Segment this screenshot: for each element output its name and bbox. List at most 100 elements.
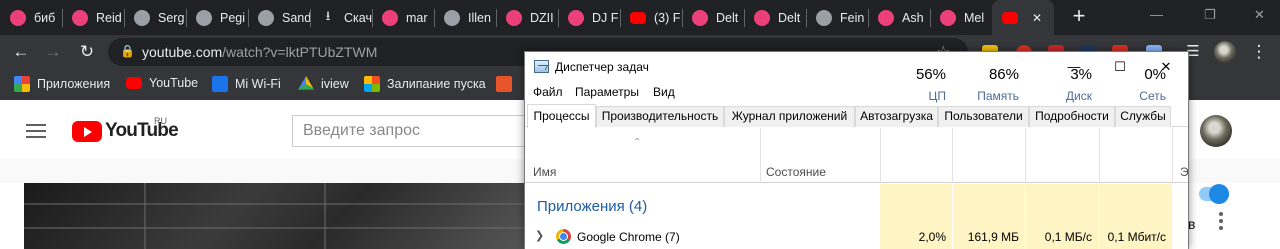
wifi-icon <box>212 76 228 92</box>
close-window-icon[interactable]: ✕ <box>1254 7 1265 23</box>
task-manager-window: Диспетчер задач — ☐ ✕ Файл Параметры Вид… <box>524 51 1189 249</box>
tab-separator <box>620 9 621 27</box>
bookmark-partial[interactable] <box>496 76 519 92</box>
browser-tab[interactable]: ⭳ Скач <box>310 0 372 35</box>
download-icon: ⭳ <box>325 7 331 23</box>
sort-up-icon: ⌃ <box>633 137 642 148</box>
browser-tab[interactable]: Pegi <box>186 0 248 35</box>
menu-file[interactable]: Файл <box>533 85 563 99</box>
pink-circle-icon <box>382 9 398 26</box>
tab-title: Fein <box>840 10 865 25</box>
browser-tab[interactable]: mar <box>372 0 434 35</box>
tab-startup[interactable]: Автозагрузка <box>855 106 938 127</box>
bookmark-start-freeze[interactable]: Залипание пуска <box>364 76 486 92</box>
browser-tab[interactable]: Ash <box>868 0 930 35</box>
restore-icon[interactable]: ❐ <box>1204 7 1216 23</box>
bookmark-apps[interactable]: Приложения <box>14 76 110 92</box>
tab-title: Serg <box>158 10 185 25</box>
browser-tab[interactable]: Delt <box>744 0 806 35</box>
sidebar-partial-text: в <box>1188 216 1196 232</box>
tab-title: Скач <box>344 10 372 25</box>
forward-arrow-icon[interactable]: → <box>40 39 66 65</box>
menu-view[interactable]: Вид <box>653 85 675 99</box>
tab-title: Ash <box>902 10 924 25</box>
tab-separator <box>496 9 497 27</box>
minimize-icon[interactable]: — <box>1150 7 1163 22</box>
pink-circle-icon <box>506 9 522 26</box>
profile-avatar[interactable] <box>1214 41 1236 63</box>
bookmark-mi-wifi[interactable]: Mi Wi-Fi <box>212 76 281 92</box>
menu-kebab-icon[interactable]: ⋮ <box>1246 39 1272 65</box>
tab-separator <box>744 9 745 27</box>
tab-title: биб <box>34 10 56 25</box>
process-memory: 161,9 МБ <box>967 230 1019 244</box>
column-status[interactable]: Состояние <box>766 165 826 179</box>
browser-tab[interactable]: биб <box>0 0 62 35</box>
tab-title: Reid <box>96 10 122 25</box>
tab-separator <box>62 9 63 27</box>
tab-separator <box>558 9 559 27</box>
tab-app-history[interactable]: Журнал приложений <box>724 106 855 127</box>
back-arrow-icon[interactable]: ← <box>8 39 34 65</box>
hamburger-menu-icon[interactable] <box>26 124 46 138</box>
browser-tab[interactable]: ✕ <box>992 0 1054 35</box>
region-label: RU <box>154 116 167 126</box>
tab-title: mar <box>406 10 428 25</box>
column-memory[interactable]: Память <box>952 89 1019 103</box>
tab-details[interactable]: Подробности <box>1029 106 1115 127</box>
process-cpu: 2,0% <box>918 230 946 244</box>
search-box[interactable] <box>292 115 532 147</box>
browser-tab[interactable]: Fein <box>806 0 868 35</box>
tab-close-icon[interactable]: ✕ <box>1032 11 1042 25</box>
column-cpu[interactable]: ЦП <box>880 89 946 103</box>
globe-icon <box>258 9 274 26</box>
more-options-icon[interactable] <box>1219 212 1225 233</box>
youtube-icon <box>1002 11 1018 24</box>
autoplay-toggle[interactable] <box>1199 184 1229 204</box>
network-percent: 0% <box>1144 66 1166 83</box>
browser-tab[interactable]: DZII <box>496 0 558 35</box>
youtube-logo[interactable]: YouTube RU <box>72 116 179 142</box>
apps-grid-icon <box>14 76 30 92</box>
bookmark-label: iview <box>321 77 349 91</box>
browser-tab[interactable]: Reid <box>62 0 124 35</box>
column-extra[interactable]: Э <box>1180 165 1188 179</box>
column-disk[interactable]: Диск <box>1025 89 1092 103</box>
browser-tab[interactable]: Mel <box>930 0 992 35</box>
browser-tab[interactable]: Illen <box>434 0 496 35</box>
tab-separator <box>310 9 311 27</box>
column-name[interactable]: Имя <box>533 165 556 179</box>
bookmark-youtube[interactable]: YouTube <box>126 76 198 90</box>
expand-chevron-icon[interactable]: ❯ <box>535 229 544 242</box>
process-name: Google Chrome (7) <box>577 230 680 244</box>
browser-tab[interactable]: Serg <box>124 0 186 35</box>
reload-icon[interactable]: ↻ <box>74 39 100 65</box>
tab-performance[interactable]: Производительность <box>596 106 724 127</box>
youtube-play-icon <box>72 120 102 142</box>
disk-percent: 3% <box>1070 66 1092 83</box>
bookmark-iview[interactable]: iview <box>298 76 349 92</box>
group-header-apps[interactable]: Приложения (4) <box>537 198 647 215</box>
pink-circle-icon <box>10 9 26 26</box>
video-player[interactable] <box>24 183 544 249</box>
user-avatar[interactable] <box>1200 115 1232 147</box>
browser-tab[interactable]: (3) F <box>620 0 682 35</box>
tab-separator <box>186 9 187 27</box>
column-network[interactable]: Сеть <box>1099 89 1166 103</box>
tab-title: DZII <box>530 10 554 25</box>
new-tab-button[interactable]: + <box>1067 5 1091 29</box>
tab-separator <box>124 9 125 27</box>
table-row[interactable]: ❯ Google Chrome (7) 2,0% 161,9 МБ 0,1 МБ… <box>525 226 1188 248</box>
tab-services[interactable]: Службы <box>1115 106 1171 127</box>
browser-tab[interactable]: Sand <box>248 0 310 35</box>
task-manager-tabs: Процессы Производительность Журнал прило… <box>525 104 1188 128</box>
chrome-icon <box>556 229 571 244</box>
browser-tab[interactable]: Delt <box>682 0 744 35</box>
search-input[interactable] <box>293 116 532 146</box>
menu-options[interactable]: Параметры <box>575 85 639 99</box>
tab-separator <box>930 9 931 27</box>
tab-users[interactable]: Пользователи <box>938 106 1029 127</box>
tab-processes[interactable]: Процессы <box>527 104 596 128</box>
browser-tab[interactable]: DJ F <box>558 0 620 35</box>
pink-circle-icon <box>568 9 584 26</box>
